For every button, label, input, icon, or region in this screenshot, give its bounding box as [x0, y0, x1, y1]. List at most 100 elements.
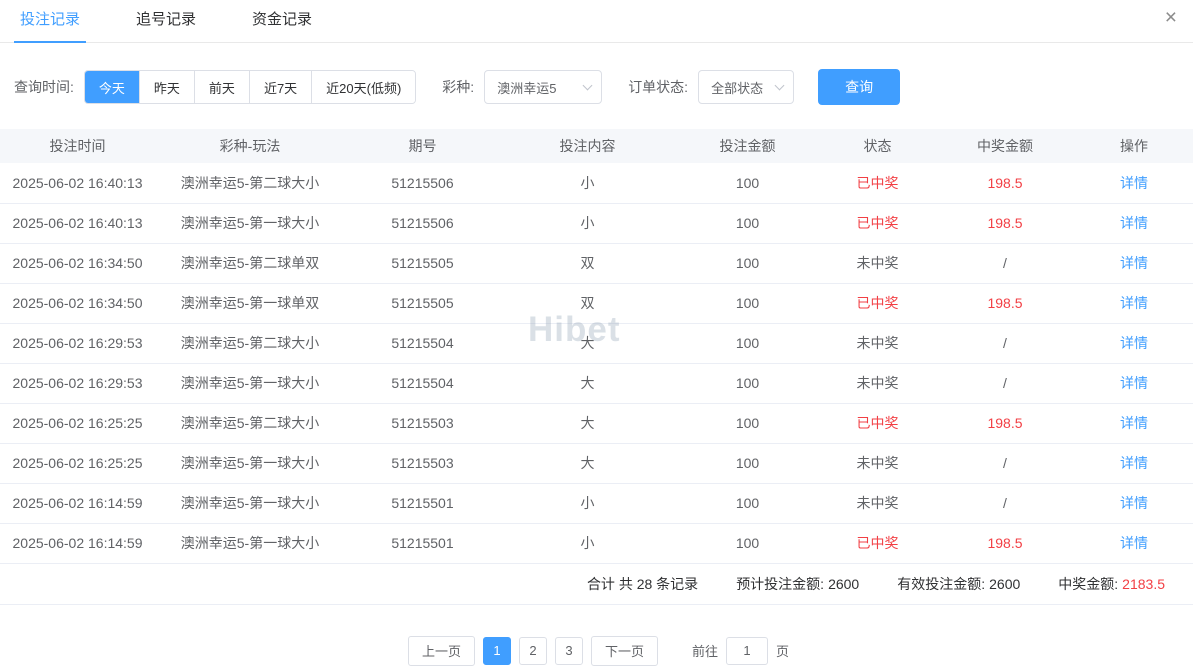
cell-bet-time: 2025-06-02 16:29:53 [0, 363, 155, 404]
col-header-amount: 投注金额 [675, 129, 820, 163]
summary-expected-label: 预计投注金额: [736, 575, 825, 592]
cell-prize: 198.5 [935, 523, 1075, 564]
tab-bet-records[interactable]: 投注记录 [14, 8, 87, 43]
cell-game: 澳洲幸运5-第一球大小 [155, 443, 345, 484]
page-button-1[interactable]: 1 [482, 636, 511, 665]
summary-valid-value: 2600 [989, 575, 1021, 592]
cell-issue: 51215503 [345, 403, 500, 444]
lottery-filter-label: 彩种: [442, 79, 475, 95]
cell-content: 大 [500, 403, 675, 444]
cell-action: 详情 [1075, 243, 1193, 284]
cell-prize: 198.5 [935, 403, 1075, 444]
cell-content: 小 [500, 163, 675, 204]
search-button[interactable]: 查询 [818, 69, 901, 105]
filter-bar: 查询时间: 今天 昨天 前天 近7天 近20天(低频) 彩种: 澳洲幸运5 订单… [14, 69, 1193, 105]
cell-bet-time: 2025-06-02 16:40:13 [0, 163, 155, 204]
cell-prize: / [935, 323, 1075, 364]
time-option-day-before[interactable]: 前天 [193, 71, 249, 103]
tab-fund-records[interactable]: 资金记录 [246, 8, 318, 42]
cell-prize: / [935, 243, 1075, 284]
cell-prize: / [935, 443, 1075, 484]
summary-total: 合计 共 28 条记录 [586, 575, 699, 592]
detail-link[interactable]: 详情 [1120, 335, 1148, 351]
table-header-row: 投注时间 彩种-玩法 期号 投注内容 投注金额 状态 中奖金额 操作 [0, 129, 1193, 163]
detail-link[interactable]: 详情 [1120, 175, 1148, 191]
detail-link[interactable]: 详情 [1120, 295, 1148, 311]
cell-prize: / [935, 363, 1075, 404]
goto-page: 前往 页 [692, 636, 789, 665]
cell-content: 双 [500, 283, 675, 324]
col-header-issue: 期号 [345, 129, 500, 163]
cell-action: 详情 [1075, 403, 1193, 444]
cell-action: 详情 [1075, 483, 1193, 524]
cell-bet-time: 2025-06-02 16:29:53 [0, 323, 155, 364]
col-header-prize: 中奖金额 [935, 129, 1075, 163]
summary-valid: 有效投注金额: 2600 [897, 574, 1020, 594]
cell-game: 澳洲幸运5-第一球单双 [155, 283, 345, 324]
detail-link[interactable]: 详情 [1120, 255, 1148, 271]
summary-prize-label: 中奖金额: [1058, 575, 1119, 592]
cell-content: 小 [500, 523, 675, 564]
cell-action: 详情 [1075, 203, 1193, 244]
cell-game: 澳洲幸运5-第二球大小 [155, 403, 345, 444]
cell-prize: 198.5 [935, 203, 1075, 244]
cell-action: 详情 [1075, 323, 1193, 364]
cell-bet-time: 2025-06-02 16:14:59 [0, 483, 155, 524]
time-filter-group: 今天 昨天 前天 近7天 近20天(低频) [83, 70, 417, 104]
table-row: 2025-06-02 16:14:59 澳洲幸运5-第一球大小 51215501… [0, 483, 1193, 524]
table-row: 2025-06-02 16:40:13 澳洲幸运5-第二球大小 51215506… [0, 163, 1193, 204]
summary-valid-label: 有效投注金额: [897, 575, 986, 592]
page-button-2[interactable]: 2 [518, 636, 547, 665]
prev-page-button[interactable]: 上一页 [407, 635, 475, 666]
cell-issue: 51215506 [345, 203, 500, 244]
detail-link[interactable]: 详情 [1120, 495, 1148, 511]
cell-content: 小 [500, 483, 675, 524]
detail-link[interactable]: 详情 [1120, 455, 1148, 471]
table-row: 2025-06-02 16:29:53 澳洲幸运5-第二球大小 51215504… [0, 323, 1193, 364]
cell-game: 澳洲幸运5-第二球单双 [155, 243, 345, 284]
cell-action: 详情 [1075, 283, 1193, 324]
table-row: 2025-06-02 16:25:25 澳洲幸运5-第二球大小 51215503… [0, 403, 1193, 444]
cell-action: 详情 [1075, 523, 1193, 564]
cell-amount: 100 [675, 243, 820, 284]
page-button-3[interactable]: 3 [554, 636, 583, 665]
cell-game: 澳洲幸运5-第二球大小 [155, 163, 345, 204]
cell-game: 澳洲幸运5-第一球大小 [155, 363, 345, 404]
cell-content: 小 [500, 203, 675, 244]
cell-status: 已中奖 [820, 283, 935, 324]
cell-status: 未中奖 [820, 443, 935, 484]
cell-bet-time: 2025-06-02 16:25:25 [0, 403, 155, 444]
cell-status: 已中奖 [820, 523, 935, 564]
cell-amount: 100 [675, 403, 820, 444]
detail-link[interactable]: 详情 [1120, 215, 1148, 231]
cell-issue: 51215505 [345, 283, 500, 324]
cell-status: 未中奖 [820, 323, 935, 364]
cell-amount: 100 [675, 163, 820, 204]
order-status-select[interactable]: 全部状态 [698, 70, 795, 104]
table-row: 2025-06-02 16:34:50 澳洲幸运5-第一球单双 51215505… [0, 283, 1193, 324]
time-option-yesterday[interactable]: 昨天 [138, 71, 194, 103]
detail-link[interactable]: 详情 [1120, 535, 1148, 551]
time-option-20days[interactable]: 近20天(低频) [311, 71, 416, 103]
cell-content: 大 [500, 363, 675, 404]
tab-chase-records[interactable]: 追号记录 [130, 8, 202, 42]
col-header-game: 彩种-玩法 [155, 129, 345, 163]
goto-label: 前往 [692, 644, 719, 659]
table-row: 2025-06-02 16:29:53 澳洲幸运5-第一球大小 51215504… [0, 363, 1193, 404]
time-option-today[interactable]: 今天 [84, 71, 139, 103]
table-row: 2025-06-02 16:25:25 澳洲幸运5-第一球大小 51215503… [0, 443, 1193, 484]
time-option-7days[interactable]: 近7天 [248, 71, 312, 103]
cell-amount: 100 [675, 523, 820, 564]
lottery-select[interactable]: 澳洲幸运5 [484, 70, 603, 104]
table-body: 2025-06-02 16:40:13 澳洲幸运5-第二球大小 51215506… [0, 163, 1193, 564]
cell-status: 已中奖 [820, 203, 935, 244]
next-page-button[interactable]: 下一页 [590, 635, 658, 666]
cell-issue: 51215501 [345, 483, 500, 524]
detail-link[interactable]: 详情 [1120, 415, 1148, 431]
cell-status: 已中奖 [820, 403, 935, 444]
goto-page-input[interactable] [726, 636, 769, 665]
cell-prize: 198.5 [935, 163, 1075, 204]
detail-link[interactable]: 详情 [1120, 375, 1148, 391]
cell-issue: 51215503 [345, 443, 500, 484]
close-icon[interactable]: × [1165, 7, 1177, 28]
